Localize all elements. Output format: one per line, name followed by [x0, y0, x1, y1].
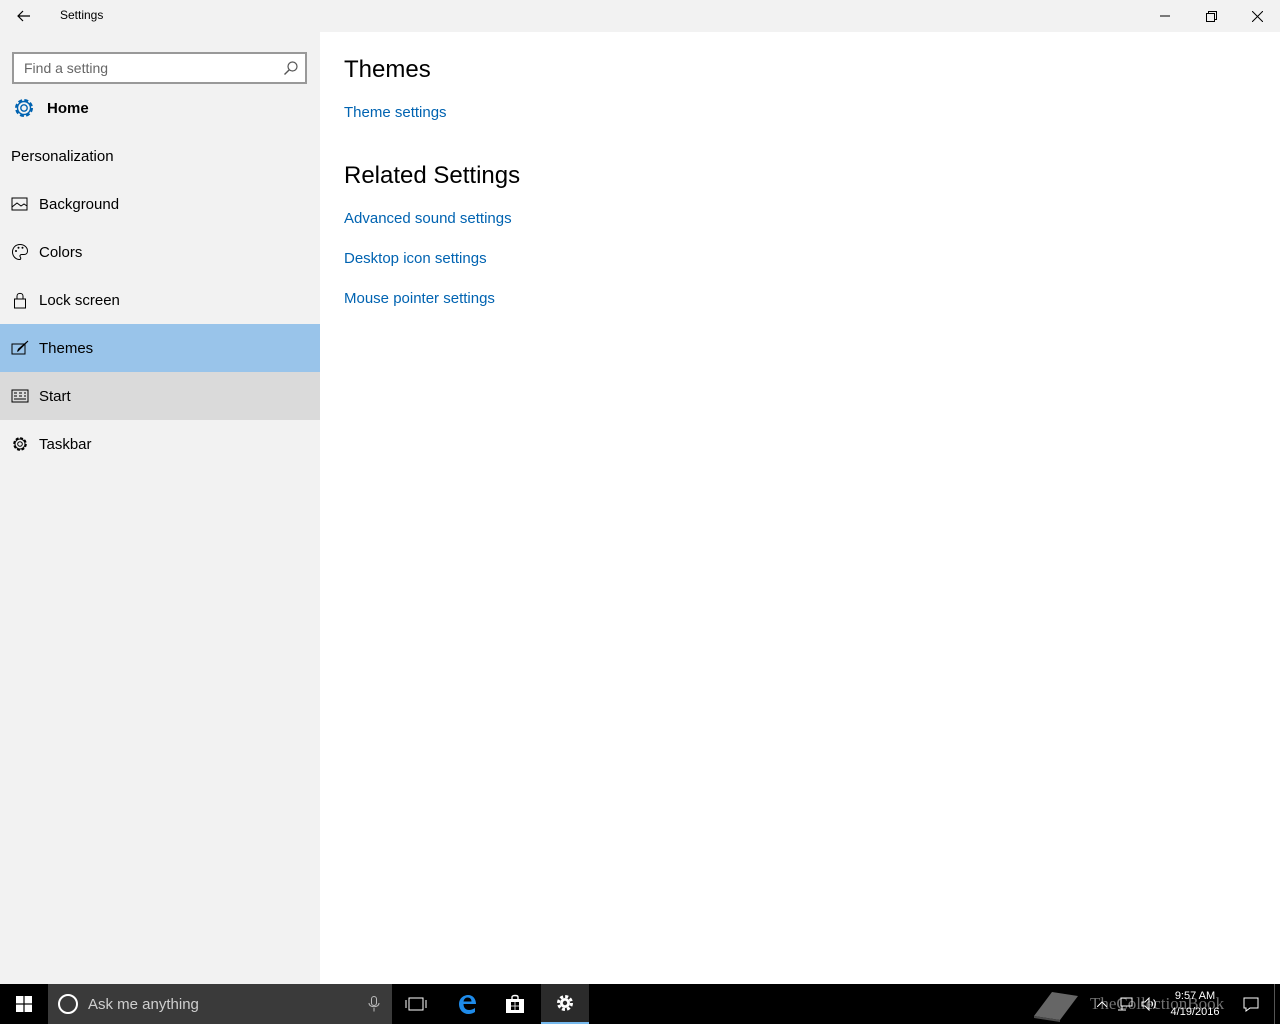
clock-time: 9:57 AM — [1174, 990, 1216, 1002]
nav-list: Background Colors Lock screen Themes Sta… — [0, 180, 320, 468]
book-logo-icon — [1034, 992, 1078, 1022]
palette-icon — [10, 242, 30, 262]
settings-app-button[interactable] — [541, 984, 589, 1024]
network-icon — [1118, 997, 1133, 1011]
sidebar-item-label: Themes — [39, 339, 94, 357]
back-button[interactable] — [0, 0, 48, 32]
sidebar-item-start[interactable]: Start — [0, 372, 320, 420]
minimize-button[interactable] — [1142, 0, 1188, 32]
show-hidden-icons-button[interactable] — [1092, 984, 1112, 1024]
sidebar-item-background[interactable]: Background — [0, 180, 320, 228]
mouse-pointer-settings-link[interactable]: Mouse pointer settings — [344, 290, 495, 307]
notification-icon — [1243, 997, 1259, 1012]
windows-logo-icon — [16, 996, 32, 1012]
sidebar-item-label: Lock screen — [39, 291, 120, 309]
sidebar-item-label: Start — [39, 387, 71, 405]
back-arrow-icon — [17, 10, 30, 22]
clock-date: 4/19/2016 — [1170, 1006, 1220, 1018]
sidebar-item-label: Colors — [39, 243, 83, 261]
page-title: Themes — [344, 56, 431, 83]
network-tray-button[interactable] — [1114, 984, 1136, 1024]
title-bar: Settings — [0, 0, 1280, 32]
brush-icon — [10, 338, 30, 358]
related-settings-heading: Related Settings — [344, 162, 521, 189]
gear-icon — [557, 995, 573, 1011]
sidebar-item-label: Taskbar — [39, 435, 92, 453]
main-content: Themes Theme settings Related Settings A… — [320, 32, 1280, 984]
sidebar-item-colors[interactable]: Colors — [0, 228, 320, 276]
restore-button[interactable] — [1188, 0, 1234, 32]
restore-icon — [1205, 10, 1217, 22]
cortana-icon — [58, 994, 78, 1014]
store-button[interactable] — [491, 984, 539, 1024]
taskbar: Ask me anything TheCollectionBook 9:57 A… — [0, 984, 1280, 1024]
microphone-icon[interactable] — [368, 996, 380, 1012]
edge-browser-button[interactable] — [443, 984, 491, 1024]
gear-icon — [11, 95, 37, 121]
sidebar-item-themes[interactable]: Themes — [0, 324, 320, 372]
volume-tray-button[interactable] — [1138, 984, 1160, 1024]
cortana-placeholder: Ask me anything — [88, 995, 199, 1013]
lock-icon — [10, 290, 30, 310]
sidebar-item-taskbar[interactable]: Taskbar — [0, 420, 320, 468]
start-button[interactable] — [0, 984, 48, 1024]
close-icon — [1251, 10, 1263, 22]
action-center-button[interactable] — [1238, 984, 1264, 1024]
minimize-icon — [1160, 15, 1170, 17]
section-heading: Personalization — [11, 148, 114, 165]
picture-icon — [10, 194, 30, 214]
theme-settings-link[interactable]: Theme settings — [344, 104, 447, 121]
sidebar-item-label: Background — [39, 195, 120, 213]
show-desktop-button[interactable] — [1274, 984, 1280, 1024]
chevron-up-icon — [1097, 1001, 1107, 1007]
sidebar: Home Personalization Background Colors L… — [0, 32, 320, 984]
search-box[interactable] — [12, 52, 307, 84]
task-view-icon — [405, 997, 427, 1011]
cortana-search-box[interactable]: Ask me anything — [48, 984, 392, 1024]
search-input[interactable] — [14, 54, 274, 82]
clock[interactable]: 9:57 AM 4/19/2016 — [1160, 988, 1230, 1020]
start-icon — [10, 386, 30, 406]
desktop-icon-settings-link[interactable]: Desktop icon settings — [344, 250, 487, 267]
store-icon — [506, 994, 524, 1013]
window-title: Settings — [60, 8, 104, 22]
search-icon[interactable] — [283, 60, 299, 76]
sidebar-item-lock-screen[interactable]: Lock screen — [0, 276, 320, 324]
task-view-button[interactable] — [392, 984, 440, 1024]
gear-icon — [10, 434, 30, 454]
home-nav-item[interactable]: Home — [0, 88, 320, 128]
advanced-sound-settings-link[interactable]: Advanced sound settings — [344, 210, 512, 227]
home-label: Home — [47, 99, 89, 117]
close-button[interactable] — [1234, 0, 1280, 32]
edge-icon — [459, 995, 476, 1014]
volume-icon — [1141, 997, 1156, 1011]
